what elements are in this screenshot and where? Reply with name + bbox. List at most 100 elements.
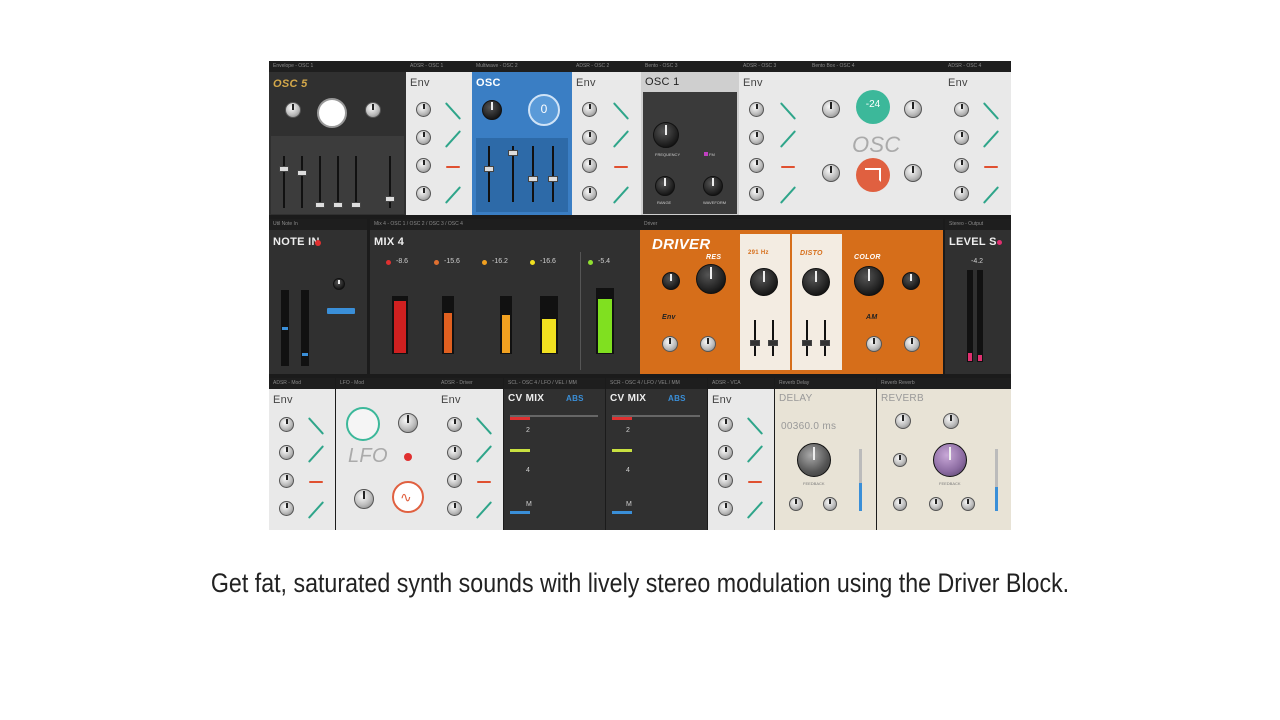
sustain-knob[interactable] <box>749 158 764 173</box>
glide-knob[interactable] <box>333 278 345 290</box>
lp-knob[interactable] <box>961 497 975 511</box>
module-cvmix-2[interactable]: SCR - OSC 4 / LFO / VEL / MM CV MIX ABS … <box>606 378 707 530</box>
module-title: NOTE IN <box>273 236 320 248</box>
sustain-knob[interactable] <box>954 158 969 173</box>
rate-display[interactable] <box>346 407 380 441</box>
lp-knob[interactable] <box>823 497 837 511</box>
sustain-knob[interactable] <box>279 473 294 488</box>
release-knob[interactable] <box>279 501 294 516</box>
lowpass-knob[interactable] <box>893 497 907 511</box>
release-knob[interactable] <box>582 186 597 201</box>
am-depth-knob[interactable] <box>904 336 920 352</box>
shape-knob[interactable] <box>354 489 374 509</box>
rate-knob[interactable] <box>398 413 418 433</box>
shape-knob[interactable] <box>904 164 922 182</box>
release-knob[interactable] <box>416 186 431 201</box>
tune-knob[interactable] <box>822 100 840 118</box>
release-knob[interactable] <box>447 501 462 516</box>
range-knob[interactable] <box>655 176 675 196</box>
freq-knob[interactable] <box>750 268 778 296</box>
waveform-button[interactable] <box>856 158 890 192</box>
sustain-knob[interactable] <box>447 473 462 488</box>
attack-knob[interactable] <box>749 102 764 117</box>
pitch-value: -24 <box>865 99 881 110</box>
module-mix4[interactable]: Mix 4 - OSC 1 / OSC 2 / OSC 3 / OSC 4 MI… <box>370 219 640 374</box>
module-multiwave[interactable]: Multiwave - OSC 2 OSC 0 <box>472 61 572 215</box>
module-adsr-driver[interactable]: ADSR - Driver Env <box>437 378 503 530</box>
am-rate-knob[interactable] <box>866 336 882 352</box>
release-knob[interactable] <box>954 186 969 201</box>
pitch-display[interactable]: -24 <box>856 90 890 124</box>
disto-knob[interactable] <box>802 268 830 296</box>
module-bento-box[interactable]: Bento Box - OSC 4 -24 OSC <box>808 61 944 215</box>
mode-abs[interactable]: ABS <box>668 394 686 403</box>
module-adsr-osc3[interactable]: ADSR - OSC 3 Env <box>739 61 808 215</box>
attack-knob[interactable] <box>447 417 462 432</box>
mode-button[interactable] <box>327 308 355 314</box>
color-knob[interactable] <box>854 266 884 296</box>
mode-abs[interactable]: ABS <box>566 394 584 403</box>
pw-knob[interactable] <box>904 100 922 118</box>
module-adsr-osc2[interactable]: ADSR - OSC 2 Env <box>572 61 641 215</box>
frequency-knob[interactable] <box>653 122 679 148</box>
module-osc5[interactable]: Envelope - OSC 1 OSC 5 <box>269 61 406 215</box>
waveform-button[interactable]: ∿ <box>392 481 424 513</box>
attack-knob[interactable] <box>416 102 431 117</box>
note-indicator <box>315 240 321 246</box>
spread-knob[interactable] <box>893 453 907 467</box>
module-note-in[interactable]: Util Note In NOTE IN <box>269 219 367 374</box>
cutoff-knob[interactable] <box>662 272 680 290</box>
decay-knob[interactable] <box>718 445 733 460</box>
fm-knob[interactable] <box>822 164 840 182</box>
attack-knob[interactable] <box>718 417 733 432</box>
module-driver[interactable]: Driver DRIVER RES Env 291 Hz DISTO COLOR… <box>640 219 943 374</box>
pitch-display[interactable] <box>317 98 347 128</box>
decay-knob[interactable] <box>447 445 462 460</box>
sustain-knob[interactable] <box>416 158 431 173</box>
module-level[interactable]: Stereo - Output LEVEL S -4.2 <box>945 219 1011 374</box>
module-cvmix-1[interactable]: SCL - OSC 4 / LFO / VEL / MM CV MIX ABS … <box>504 378 605 530</box>
fm-knob[interactable] <box>482 100 502 120</box>
sustain-knob[interactable] <box>718 473 733 488</box>
hp-knob[interactable] <box>929 497 943 511</box>
mix-slider[interactable] <box>859 449 862 511</box>
attack-knob[interactable] <box>279 417 294 432</box>
env-amount-knob[interactable] <box>662 336 678 352</box>
delay-time-readout[interactable]: 00360.0 ms <box>781 421 836 432</box>
shape-knob[interactable] <box>365 102 381 118</box>
diffusion-knob[interactable] <box>895 413 911 429</box>
hp-knob[interactable] <box>789 497 803 511</box>
waveform-knob[interactable] <box>703 176 723 196</box>
level-readout-1: -8.6 <box>396 258 409 265</box>
fm-knob[interactable] <box>285 102 301 118</box>
module-bento[interactable]: Bento - OSC 3 OSC 1 FREQUENCY FM RANGE W… <box>641 61 739 215</box>
waveform-label: WAVEFORM <box>703 200 727 205</box>
module-adsr-osc1[interactable]: ADSR - OSC 1 Env <box>406 61 472 215</box>
module-adsr-mod[interactable]: ADSR - Mod Env <box>269 378 335 530</box>
pitch-display[interactable]: 0 <box>528 94 560 126</box>
mix-slider[interactable] <box>995 449 998 511</box>
decay-knob[interactable] <box>749 130 764 145</box>
res-knob[interactable] <box>696 264 726 294</box>
feedback-knob[interactable] <box>797 443 831 477</box>
sustain-knob[interactable] <box>582 158 597 173</box>
attack-knob[interactable] <box>954 102 969 117</box>
release-knob[interactable] <box>749 186 764 201</box>
feedback-knob[interactable] <box>933 443 967 477</box>
decay-knob[interactable] <box>954 130 969 145</box>
module-adsr-osc4[interactable]: ADSR - OSC 4 Env <box>944 61 1011 215</box>
decay-knob[interactable] <box>582 130 597 145</box>
size-knob[interactable] <box>943 413 959 429</box>
decay-knob[interactable] <box>279 445 294 460</box>
channel-meter-4 <box>540 296 558 354</box>
module-adsr-vca[interactable]: ADSR - VCA Env <box>708 378 774 530</box>
env-release-knob[interactable] <box>700 336 716 352</box>
attack-knob[interactable] <box>582 102 597 117</box>
module-reverb[interactable]: Reverb Reverb REVERB FEEDBACK <box>877 378 1011 530</box>
module-delay[interactable]: Reverb Delay DELAY 00360.0 ms FEEDBACK <box>775 378 876 530</box>
module-lfo[interactable]: LFO - Mod LFO ∿ <box>336 378 437 530</box>
output-knob[interactable] <box>902 272 920 290</box>
module-header: Driver <box>640 219 943 230</box>
release-knob[interactable] <box>718 501 733 516</box>
decay-knob[interactable] <box>416 130 431 145</box>
